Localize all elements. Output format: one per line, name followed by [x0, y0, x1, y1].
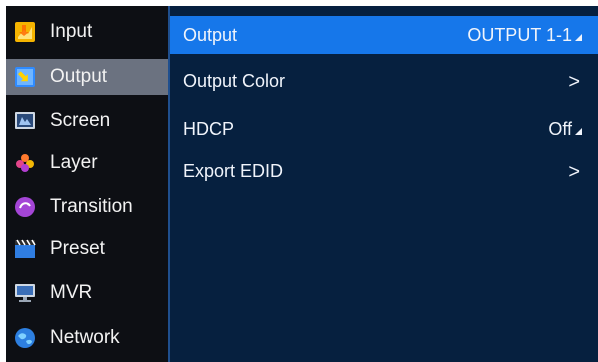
output-selector-row[interactable]: Output OUTPUT 1-1 — [170, 16, 598, 54]
output-selector-value[interactable]: OUTPUT 1-1 — [467, 24, 582, 46]
chevron-right-icon: > — [568, 71, 580, 93]
hdcp-value[interactable]: Off — [548, 118, 582, 140]
network-icon — [15, 328, 35, 348]
sidebar-item-layer[interactable]: Layer — [6, 145, 168, 181]
row-label: Output — [183, 25, 238, 45]
sidebar-item-network[interactable]: Network — [6, 320, 168, 356]
dropdown-caret-icon — [575, 34, 582, 41]
sidebar-item-label: Screen — [50, 110, 111, 131]
sidebar-item-label: Network — [50, 327, 120, 348]
output-color-row[interactable]: Output Color > — [170, 60, 598, 100]
sidebar-item-label: Preset — [50, 238, 105, 259]
screen-icon — [15, 112, 35, 129]
sidebar-item-mvr[interactable]: MVR — [6, 275, 168, 311]
export-edid-row[interactable]: Export EDID > — [170, 150, 598, 190]
row-label: Export EDID — [183, 161, 284, 181]
mvr-icon — [15, 284, 35, 302]
sidebar-item-label: MVR — [50, 282, 93, 303]
sidebar-item-label: Input — [50, 21, 93, 42]
layer-icon — [16, 154, 34, 172]
sidebar-item-preset[interactable]: Preset — [6, 231, 168, 267]
hdcp-row[interactable]: HDCP Off — [170, 108, 598, 148]
row-label: Output Color — [183, 71, 286, 91]
sidebar: Input Output Screen Layer Transition Pre… — [6, 6, 168, 362]
input-icon — [15, 22, 35, 42]
output-selector-text: OUTPUT 1-1 — [467, 25, 572, 45]
device-menu-screen: Input Output Screen Layer Transition Pre… — [6, 6, 598, 362]
sidebar-item-label: Output — [50, 66, 108, 87]
chevron-right-icon: > — [568, 161, 580, 183]
sidebar-item-transition[interactable]: Transition — [6, 189, 168, 225]
row-label: HDCP — [183, 119, 235, 139]
output-icon — [15, 67, 35, 87]
dropdown-caret-icon — [575, 128, 582, 135]
settings-panel: Output OUTPUT 1-1 Output Color > HDCP Of… — [168, 6, 598, 362]
sidebar-item-label: Transition — [50, 196, 133, 217]
transition-icon — [15, 197, 35, 217]
hdcp-value-text: Off — [548, 119, 572, 139]
sidebar-item-input[interactable]: Input — [6, 14, 168, 50]
sidebar-item-screen[interactable]: Screen — [6, 103, 168, 139]
sidebar-item-output[interactable]: Output — [6, 59, 168, 95]
preset-icon — [15, 239, 36, 258]
sidebar-item-label: Layer — [50, 152, 98, 173]
